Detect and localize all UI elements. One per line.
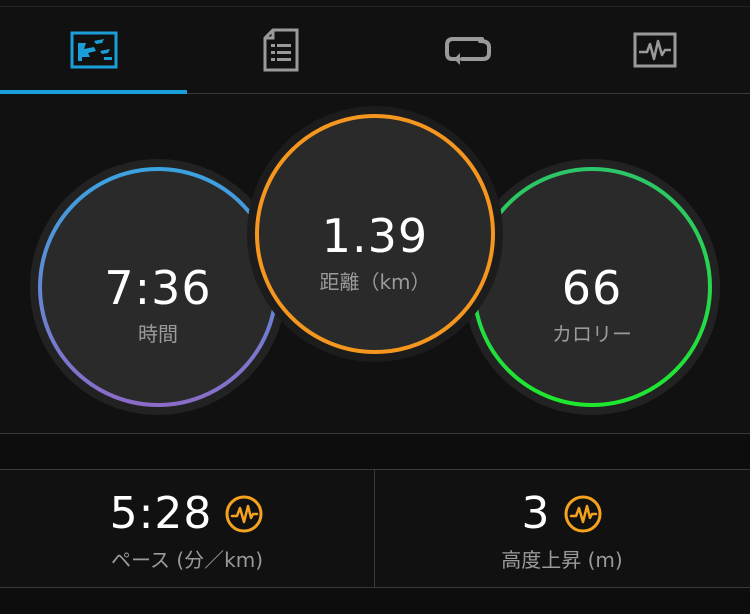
- running-shoe-chart-icon: [70, 31, 117, 68]
- document-list-icon: [263, 28, 298, 71]
- tab-details[interactable]: [187, 6, 374, 93]
- calories-label: カロリー: [552, 322, 632, 346]
- elevation-label: 高度上昇 (m): [501, 548, 623, 572]
- activity-summary-screen: 7:36 時間 1.39 距離（km） 66 カロリー 5:28 ペース (分／…: [0, 0, 750, 614]
- elevation-stat[interactable]: 3 高度上昇 (m): [375, 470, 749, 587]
- distance-value: 1.39: [321, 209, 429, 263]
- time-metric: 7:36 時間: [38, 262, 278, 348]
- tab-overview[interactable]: [0, 6, 187, 93]
- time-value: 7:36: [104, 261, 212, 315]
- loop-arrows-icon: [444, 36, 491, 65]
- pace-label: ペース (分／km): [110, 548, 264, 572]
- time-label: 時間: [138, 322, 178, 346]
- section-spacer: [0, 434, 750, 470]
- activity-wave-icon: [225, 495, 263, 533]
- pace-value: 5:28: [109, 488, 213, 539]
- tab-laps[interactable]: [374, 6, 561, 93]
- tab-charts[interactable]: [561, 6, 748, 93]
- elevation-value: 3: [521, 488, 551, 539]
- activity-wave-icon: [564, 495, 601, 533]
- summary-rings: 7:36 時間 1.39 距離（km） 66 カロリー: [0, 94, 750, 434]
- bottom-spacer: [0, 588, 750, 614]
- heart-rate-monitor-icon: [633, 32, 676, 67]
- pace-stat[interactable]: 5:28 ペース (分／km): [0, 470, 374, 587]
- calories-value: 66: [561, 261, 623, 315]
- stats-row: 5:28 ペース (分／km) 3 高度上昇 (m): [0, 470, 750, 588]
- tab-bar: [0, 0, 750, 94]
- distance-label: 距離（km）: [319, 270, 431, 294]
- calories-metric: 66 カロリー: [472, 262, 712, 348]
- distance-metric: 1.39 距離（km）: [255, 210, 495, 296]
